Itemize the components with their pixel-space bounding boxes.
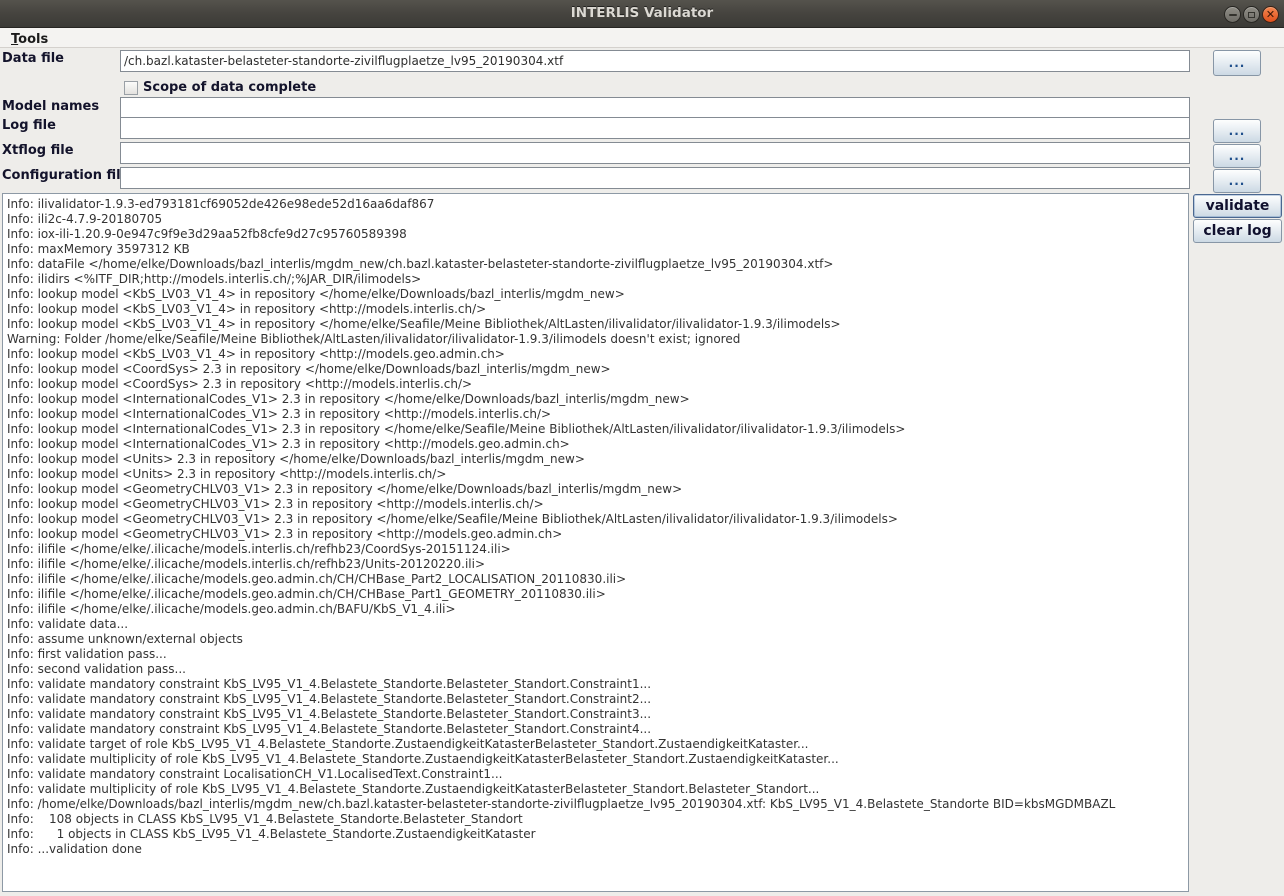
log-line: Info: lookup model <InternationalCodes_V… [7,407,1188,422]
log-line: Info: lookup model <CoordSys> 2.3 in rep… [7,377,1188,392]
log-output: Info: ilivalidator-1.9.3-ed793181cf69052… [3,194,1188,857]
xtflog-file-label: Xtflog file [2,143,74,158]
configuration-file-input[interactable] [120,167,1190,189]
close-button[interactable]: ✕ [1262,6,1279,23]
data-file-browse-button[interactable]: ... [1213,50,1261,76]
log-line: Info: lookup model <Units> 2.3 in reposi… [7,452,1188,467]
xtflog-file-input[interactable] [120,142,1190,164]
close-icon: ✕ [1266,9,1275,20]
log-line: Info: validate mandatory constraint KbS_… [7,707,1188,722]
data-file-label: Data file [2,51,64,66]
scope-checkbox[interactable] [124,81,138,95]
log-file-browse-button[interactable]: ... [1213,119,1261,143]
log-line: Info: lookup model <InternationalCodes_V… [7,392,1188,407]
log-line: Info: lookup model <CoordSys> 2.3 in rep… [7,362,1188,377]
log-file-input[interactable] [120,117,1190,139]
log-line: Info: maxMemory 3597312 KB [7,242,1188,257]
log-line: Info: ilifile </home/elke/.ilicache/mode… [7,542,1188,557]
validate-button[interactable]: validate [1193,194,1282,218]
log-line: Info: validate mandatory constraint KbS_… [7,677,1188,692]
log-line: Info: validate mandatory constraint Loca… [7,767,1188,782]
log-line: Info: lookup model <KbS_LV03_V1_4> in re… [7,287,1188,302]
log-line: Info: validate mandatory constraint KbS_… [7,722,1188,737]
titlebar[interactable]: INTERLIS Validator ✕ [0,0,1284,28]
log-line: Info: ilidirs <%ITF_DIR;http://models.in… [7,272,1188,287]
log-line: Info: ilivalidator-1.9.3-ed793181cf69052… [7,197,1188,212]
log-line: Info: lookup model <KbS_LV03_V1_4> in re… [7,347,1188,362]
log-line: Info: validate target of role KbS_LV95_V… [7,737,1188,752]
log-line: Info: lookup model <GeometryCHLV03_V1> 2… [7,527,1188,542]
log-line: Info: lookup model <KbS_LV03_V1_4> in re… [7,302,1188,317]
log-file-label: Log file [2,118,56,133]
log-line: Info: ili2c-4.7.9-20180705 [7,212,1188,227]
model-names-label: Model names [2,99,99,114]
log-line: Info: ...validation done [7,842,1188,857]
log-line: Info: 1 objects in CLASS KbS_LV95_V1_4.B… [7,827,1188,842]
scope-checkbox-label: Scope of data complete [143,80,316,95]
configuration-file-label: Configuration file [2,168,129,183]
clear-log-button[interactable]: clear log [1193,219,1282,243]
log-line: Warning: Folder /home/elke/Seafile/Meine… [7,332,1188,347]
minimize-icon [1229,14,1237,16]
maximize-button[interactable] [1243,6,1260,23]
minimize-button[interactable] [1224,6,1241,23]
model-names-input[interactable] [120,97,1190,119]
log-line: Info: validate mandatory constraint KbS_… [7,692,1188,707]
maximize-icon [1248,12,1255,18]
configuration-file-browse-button[interactable]: ... [1213,169,1261,193]
log-line: Info: iox-ili-1.20.9-0e947c9f9e3d29aa52f… [7,227,1188,242]
log-line: Info: ilifile </home/elke/.ilicache/mode… [7,572,1188,587]
log-line: Info: validate data... [7,617,1188,632]
menu-tools[interactable]: Tools [8,32,51,47]
data-file-input[interactable] [120,50,1190,72]
log-line: Info: ilifile </home/elke/.ilicache/mode… [7,602,1188,617]
log-line: Info: lookup model <GeometryCHLV03_V1> 2… [7,512,1188,527]
log-line: Info: /home/elke/Downloads/bazl_interlis… [7,797,1188,812]
log-line: Info: validate multiplicity of role KbS_… [7,782,1188,797]
menubar: Tools [0,28,1284,48]
log-panel[interactable]: Info: ilivalidator-1.9.3-ed793181cf69052… [2,193,1189,892]
log-line: Info: second validation pass... [7,662,1188,677]
log-line: Info: lookup model <GeometryCHLV03_V1> 2… [7,482,1188,497]
xtflog-file-browse-button[interactable]: ... [1213,144,1261,168]
window-title: INTERLIS Validator [0,5,1284,21]
log-line: Info: lookup model <InternationalCodes_V… [7,437,1188,452]
log-line: Info: 108 objects in CLASS KbS_LV95_V1_4… [7,812,1188,827]
log-line: Info: ilifile </home/elke/.ilicache/mode… [7,557,1188,572]
log-line: Info: assume unknown/external objects [7,632,1188,647]
log-line: Info: first validation pass... [7,647,1188,662]
log-line: Info: dataFile </home/elke/Downloads/baz… [7,257,1188,272]
log-line: Info: lookup model <KbS_LV03_V1_4> in re… [7,317,1188,332]
log-line: Info: lookup model <GeometryCHLV03_V1> 2… [7,497,1188,512]
log-line: Info: validate multiplicity of role KbS_… [7,752,1188,767]
log-line: Info: lookup model <InternationalCodes_V… [7,422,1188,437]
log-line: Info: lookup model <Units> 2.3 in reposi… [7,467,1188,482]
log-line: Info: ilifile </home/elke/.ilicache/mode… [7,587,1188,602]
